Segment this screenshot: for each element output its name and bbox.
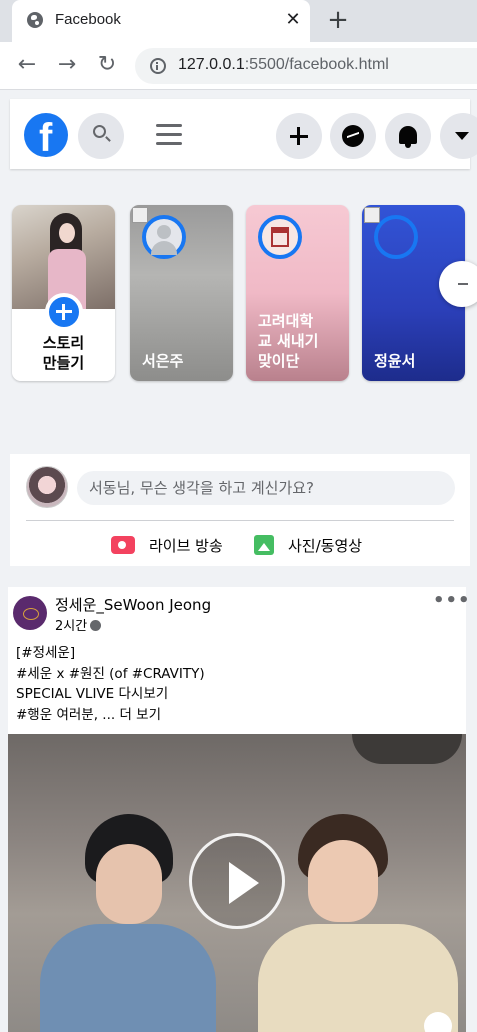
- site-info-icon[interactable]: [150, 58, 166, 74]
- story-avatar: [374, 215, 418, 259]
- avatar[interactable]: [26, 466, 68, 508]
- photo-video-button[interactable]: 사진/동영상: [254, 534, 384, 558]
- address-bar[interactable]: 127.0.0.1:5500/facebook.html: [135, 48, 477, 84]
- back-icon[interactable]: ←: [14, 52, 40, 78]
- bell-icon: [399, 126, 417, 148]
- story-name: 정윤서: [374, 352, 416, 370]
- plus-icon: [290, 127, 308, 145]
- facebook-header: f: [10, 99, 477, 169]
- avatar[interactable]: [13, 596, 47, 630]
- browser-tab[interactable]: Facebook ✕: [12, 0, 310, 42]
- story-card[interactable]: 서은주: [130, 205, 233, 381]
- status-input[interactable]: 서동님, 무슨 생각을 하고 계신가요?: [77, 471, 455, 505]
- divider: [26, 520, 454, 521]
- stories-next-button[interactable]: [439, 261, 477, 307]
- broken-image-icon: [132, 207, 148, 223]
- photo-icon: [254, 535, 274, 555]
- url-text[interactable]: 127.0.0.1:5500/facebook.html: [178, 56, 389, 74]
- post-author[interactable]: 정세운_SeWoon Jeong: [55, 594, 211, 615]
- see-more-link[interactable]: #행운 여러분, ... 더 보기: [16, 705, 456, 726]
- messenger-button[interactable]: [330, 113, 376, 159]
- post-options-button[interactable]: •••: [433, 592, 470, 610]
- browser-tab-strip: Facebook ✕ +: [0, 0, 477, 42]
- video-person: [258, 814, 458, 1032]
- close-tab-button[interactable]: ✕: [283, 10, 303, 30]
- photo-video-label: 사진/동영상: [288, 537, 363, 555]
- create-story-card[interactable]: 스토리 만들기: [12, 205, 115, 381]
- story-name: 고려대학 교 새내기 맞이단: [258, 312, 319, 370]
- tab-title: Facebook: [55, 11, 121, 28]
- reload-icon[interactable]: ↻: [94, 52, 120, 78]
- pendant-lamp: [352, 734, 462, 764]
- broken-image-icon: [364, 207, 380, 223]
- live-video-button[interactable]: 라이브 방송: [111, 534, 241, 558]
- live-video-label: 라이브 방송: [149, 537, 223, 555]
- notifications-button[interactable]: [385, 113, 431, 159]
- post-composer: 서동님, 무슨 생각을 하고 계신가요? 라이브 방송 사진/동영상: [10, 454, 470, 566]
- add-story-icon[interactable]: [45, 293, 83, 331]
- feed-post: 정세운_SeWoon Jeong 2시간 ••• [#정세운] #세운 x #원…: [8, 587, 470, 1032]
- create-story-label: 스토리 만들기: [42, 334, 85, 372]
- forward-icon[interactable]: →: [54, 52, 80, 78]
- create-button[interactable]: [276, 113, 322, 159]
- post-time[interactable]: 2시간: [55, 615, 102, 634]
- account-menu-button[interactable]: [440, 113, 477, 159]
- menu-icon[interactable]: [156, 124, 182, 146]
- story-avatar: [258, 215, 302, 259]
- video-options-button[interactable]: [424, 1012, 452, 1032]
- globe-icon: [27, 12, 43, 28]
- post-text: [#정세운] #세운 x #원진 (of #CRAVITY) SPECIAL V…: [16, 643, 456, 725]
- video-person: [30, 814, 220, 1032]
- stories-tray: 스토리 만들기 서은주 고려대학 교 새내기 맞이단 정윤서: [10, 191, 477, 451]
- live-video-icon: [111, 536, 135, 554]
- facebook-logo-icon[interactable]: f: [24, 113, 68, 157]
- browser-toolbar: ← → ↻ 127.0.0.1:5500/facebook.html: [0, 42, 477, 90]
- search-button[interactable]: [78, 113, 124, 159]
- new-tab-button[interactable]: +: [326, 7, 350, 33]
- story-avatar: [142, 215, 186, 259]
- story-card[interactable]: 고려대학 교 새내기 맞이단: [246, 205, 349, 381]
- video-player[interactable]: [8, 734, 466, 1032]
- messenger-icon: [342, 125, 364, 147]
- play-icon[interactable]: [189, 833, 285, 929]
- story-name: 서은주: [142, 352, 184, 370]
- search-icon: [93, 125, 106, 138]
- public-globe-icon: [90, 620, 102, 631]
- page-viewport: f 스토리 만들기 서은주 고려대학 교 새내기 맞이단 정윤서 서동님, 무슨…: [0, 91, 477, 1032]
- caret-down-icon: [455, 132, 469, 140]
